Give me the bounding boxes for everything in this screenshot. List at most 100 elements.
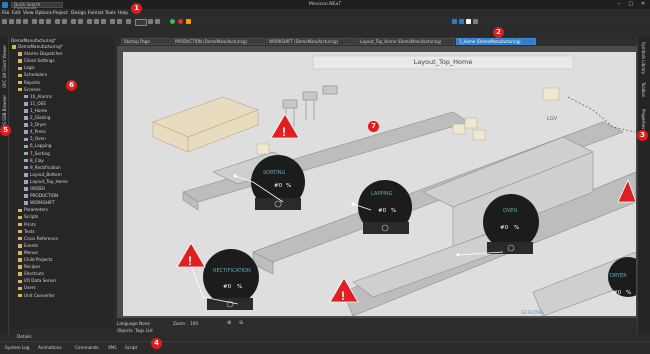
redo-icon[interactable] [62, 19, 67, 24]
properties-tab[interactable]: Properties [641, 109, 646, 129]
menu-design[interactable]: Design [71, 11, 86, 16]
zoom-select[interactable]: 100 [190, 321, 198, 326]
tree-item[interactable]: Reports [18, 80, 40, 85]
tree-item[interactable]: Schedulers [18, 72, 47, 77]
tab-tags-list[interactable]: Tags List [135, 328, 153, 333]
tab-layout-top-home[interactable]: Layout_Top_Home (DemoManufacturing) [357, 38, 455, 45]
tab-system-log[interactable]: System Log [5, 345, 29, 350]
tree-item[interactable]: Parameters [18, 207, 48, 212]
tab-1-home[interactable]: 1_Home (DemoManufacturing) [456, 38, 536, 45]
maximize-button[interactable]: □ [626, 1, 636, 8]
tab-commands[interactable]: Commands [75, 345, 99, 350]
zoom-out-icon[interactable]: ⊖ [239, 320, 243, 326]
build-icon[interactable] [110, 19, 115, 24]
tree-item[interactable]: 7_Sorting [24, 151, 50, 156]
tree-item[interactable]: Unit Converter [18, 293, 55, 298]
zoom-icon[interactable] [473, 19, 478, 24]
tree-item[interactable]: Client Settings [18, 58, 55, 63]
view-mode-icon[interactable] [452, 19, 457, 24]
tree-item[interactable]: Child Projects [18, 257, 52, 262]
italic-icon[interactable] [94, 19, 99, 24]
paste-icon[interactable] [46, 19, 51, 24]
tree-item[interactable]: Events [18, 243, 38, 248]
tree-item[interactable]: 4_Press [24, 129, 46, 134]
toggle-icon[interactable] [135, 19, 147, 26]
tree-item[interactable]: Scripts [18, 214, 38, 219]
opc-ua-client-viewer-tab[interactable]: OPC UA Client Viewer [2, 45, 7, 88]
tree-item[interactable]: 11_OEE [24, 101, 46, 106]
tree-item[interactable]: Texts [18, 229, 35, 234]
menu-project[interactable]: Project [53, 11, 68, 16]
debug-icon[interactable] [186, 19, 191, 24]
tree-item[interactable]: Menus [18, 250, 38, 255]
tree-item[interactable]: 10_Alarms [24, 94, 52, 99]
underline-icon[interactable] [101, 19, 106, 24]
gear-icon[interactable] [126, 19, 131, 24]
tree-item[interactable]: 6_Lapping [24, 143, 51, 148]
tab-animations[interactable]: Animations [38, 345, 62, 350]
tree-item[interactable]: 8_Clay [24, 158, 44, 163]
tree-item[interactable]: Users [18, 285, 36, 290]
replace-icon[interactable] [78, 19, 83, 24]
bold-icon[interactable] [87, 19, 92, 24]
tree-item[interactable]: Prints [18, 222, 36, 227]
close-button[interactable]: ✕ [638, 1, 648, 8]
menu-options[interactable]: Options [35, 11, 52, 16]
run-icon[interactable] [170, 19, 175, 24]
settings-icon[interactable] [117, 19, 122, 24]
tree-item[interactable]: I/O Data Server [18, 278, 56, 283]
menu-format[interactable]: Format [88, 11, 103, 16]
undo-icon[interactable] [55, 19, 60, 24]
station-dryer-unit: % [626, 290, 631, 296]
toolbox-tab[interactable]: Toolbox [641, 82, 646, 97]
tree-item[interactable]: PRODUCTION [24, 193, 58, 198]
tree-item[interactable]: ORDER [24, 186, 45, 191]
menu-tools[interactable]: Tools [105, 11, 116, 16]
cut-icon[interactable] [32, 19, 37, 24]
tree-item[interactable]: Alarms Dispatcher [18, 51, 63, 56]
tab-script[interactable]: Script [125, 345, 137, 350]
menu-file[interactable]: File [2, 11, 9, 16]
tree-item[interactable]: 2_Glazing [24, 115, 50, 120]
save-icon[interactable] [16, 19, 21, 24]
tree-item[interactable]: WORKSHIFT [24, 200, 55, 205]
tree-item[interactable]: DemoManufacturing* [12, 44, 63, 49]
tab-objects[interactable]: Objects [117, 328, 133, 333]
tree-item[interactable]: 9_Rectification [24, 165, 61, 170]
layout-icon[interactable] [148, 19, 153, 24]
find-icon[interactable] [71, 19, 76, 24]
tree-item[interactable]: 1_Home [24, 108, 47, 113]
tree-item[interactable]: Layout_Bottom [24, 172, 62, 177]
tree-item[interactable]: Layout_Top_Home [24, 179, 68, 184]
menu-edit[interactable]: Edit [12, 11, 21, 16]
stop-icon[interactable] [178, 19, 183, 24]
tab-workshift[interactable]: WORKSHIFT (DemoManufacturing) [266, 38, 356, 45]
save-all-icon[interactable] [23, 19, 28, 24]
page-icon[interactable] [466, 19, 471, 24]
details-panel[interactable]: Details [9, 333, 113, 341]
tree-item[interactable]: Screens [18, 87, 41, 92]
menu-help[interactable]: Help [118, 11, 128, 16]
zoom-in-icon[interactable]: ⊕ [227, 320, 231, 326]
language-select[interactable]: None [139, 321, 150, 326]
symbols-library-tab[interactable]: Symbols Library [641, 42, 646, 74]
screen-canvas[interactable]: LGV SORTING #0 % LAPPING #0 % OVEN #0 % [123, 52, 636, 316]
tree-item-label: PRODUCTION [30, 193, 59, 199]
open-icon[interactable] [9, 19, 14, 24]
tab-production[interactable]: PRODUCTION (DemoManufacturing) [172, 38, 265, 45]
copy-icon[interactable] [39, 19, 44, 24]
tree-item[interactable]: 3_Dryer [24, 122, 46, 127]
new-icon[interactable] [2, 19, 7, 24]
tree-item[interactable]: Logic [18, 65, 35, 70]
grid-icon[interactable] [459, 19, 464, 24]
tree-item[interactable]: Shortcuts [18, 271, 44, 276]
tab-startup-page[interactable]: Startup Page [121, 38, 171, 45]
tree-item[interactable]: Recipes [18, 264, 40, 269]
minimize-button[interactable]: – [614, 1, 624, 8]
menu-view[interactable]: View [23, 11, 33, 16]
screen-icon [24, 187, 28, 191]
tree-item[interactable]: 5_Oven [24, 136, 46, 141]
chart-icon[interactable] [155, 19, 160, 24]
tab-xml[interactable]: XML [108, 345, 117, 350]
tree-item[interactable]: Cross Reference [18, 236, 58, 241]
